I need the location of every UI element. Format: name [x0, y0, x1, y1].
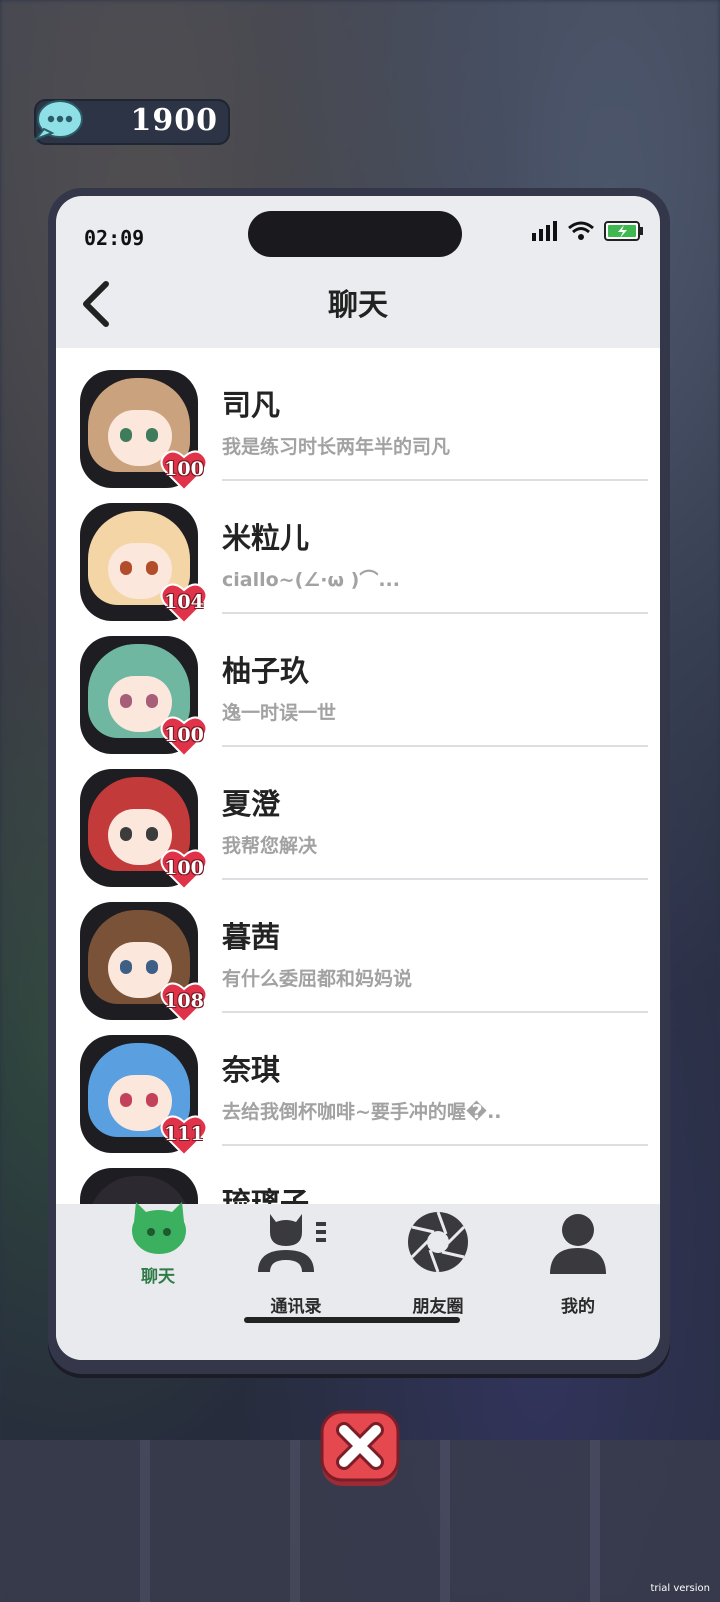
- tab-profile[interactable]: 我的: [508, 1204, 648, 1324]
- home-indicator: [244, 1317, 460, 1323]
- chat-list-item[interactable]: 100 夏澄我帮您解决: [56, 747, 660, 891]
- chat-name: 暮茜: [222, 920, 281, 954]
- chat-bubble-icon: [32, 100, 83, 142]
- camera-aperture-icon: [408, 1211, 468, 1273]
- avatar-eye: [120, 1093, 132, 1107]
- chat-name: 奈琪: [222, 1053, 281, 1087]
- affection-value: 100: [164, 458, 204, 480]
- affection-value: 108: [164, 990, 204, 1012]
- tab-label: 朋友圈: [412, 1297, 464, 1317]
- phone-screen: 02:09 聊天 100 司凡 我是练习时长两年半的司凡 104 米粒儿 cia…: [56, 196, 660, 1360]
- chat-preview: 逸一时误一世: [222, 702, 337, 724]
- tab-label: 通讯录: [270, 1297, 322, 1317]
- currency-display: 1900: [32, 99, 230, 145]
- tab-bar: 聊天 通讯录 朋友圈 我的: [56, 1202, 660, 1360]
- chat-name: 司凡: [222, 388, 281, 422]
- affection-value: 111: [164, 1123, 204, 1145]
- chat-preview: 我是练习时长两年半的司凡: [222, 436, 451, 458]
- phone-notch: [248, 211, 462, 257]
- wifi-icon: [568, 221, 594, 240]
- chat-list-item[interactable]: 111 奈琪去给我倒杯咖啡~要手冲的喔�..: [56, 1013, 660, 1157]
- chat-name: 柚子玖: [222, 654, 310, 688]
- status-icons: [532, 220, 644, 242]
- chat-list[interactable]: 100 司凡我是练习时长两年半的司凡 104 米粒儿 ciallo~(∠·ω )⌒...…: [56, 348, 660, 1204]
- signal-icon: [532, 221, 557, 241]
- watermark: trial version: [650, 1583, 710, 1594]
- avatar-eye: [146, 694, 158, 708]
- affection-value: 104: [164, 591, 204, 613]
- avatar-eye: [120, 694, 132, 708]
- avatar-eye: [146, 960, 158, 974]
- chat-list-item[interactable]: 100 柚子玖逸一时误一世: [56, 614, 660, 758]
- chat-list-item[interactable]: 100 司凡我是练习时长两年半的司凡: [56, 348, 660, 492]
- chat-preview: 有什么委屈都和妈妈说: [222, 968, 413, 990]
- avatar-eye: [120, 428, 132, 442]
- tab-contacts[interactable]: 通讯录: [226, 1204, 366, 1324]
- chat-preview: 去给我倒杯咖啡~要手冲的喔�..: [222, 1101, 502, 1123]
- chat-list-item[interactable]: 104 米粒儿 ciallo~(∠·ω )⌒...: [56, 481, 660, 625]
- person-icon: [550, 1214, 606, 1274]
- avatar-eye: [146, 561, 158, 575]
- chat-name: 琉璃子: [222, 1186, 310, 1204]
- avatar-eye: [120, 561, 132, 575]
- avatar-eye: [146, 827, 158, 841]
- tab-chat[interactable]: 聊天: [88, 1202, 228, 1324]
- tab-label: 聊天: [141, 1267, 175, 1287]
- close-button[interactable]: [320, 1410, 400, 1488]
- avatar-eye: [120, 827, 132, 841]
- chat-preview: 我帮您解决: [222, 835, 318, 857]
- chat-preview: ciallo~(∠·ω )⌒...: [222, 569, 400, 591]
- avatar-eye: [120, 960, 132, 974]
- page-title: 聊天: [328, 288, 388, 323]
- tab-moments[interactable]: 朋友圈: [368, 1204, 508, 1324]
- tab-label: 我的: [561, 1297, 595, 1317]
- affection-value: 100: [164, 724, 204, 746]
- chat-bubble-icon: [132, 1202, 186, 1254]
- chat-name: 米粒儿: [222, 521, 310, 555]
- chat-list-item[interactable]: 108 暮茜有什么委屈都和妈妈说: [56, 880, 660, 1024]
- status-time: 02:09: [84, 226, 145, 250]
- contacts-icon: [258, 1214, 326, 1272]
- currency-value: 1900: [130, 103, 218, 138]
- avatar-eye: [146, 1093, 158, 1107]
- affection-value: 100: [164, 857, 204, 879]
- battery-icon: [604, 221, 643, 241]
- phone-frame: 02:09 聊天 100 司凡 我是练习时长两年半的司凡 104 米粒儿 cia…: [48, 188, 670, 1374]
- avatar-eye: [146, 428, 158, 442]
- chat-name: 夏澄: [222, 787, 281, 821]
